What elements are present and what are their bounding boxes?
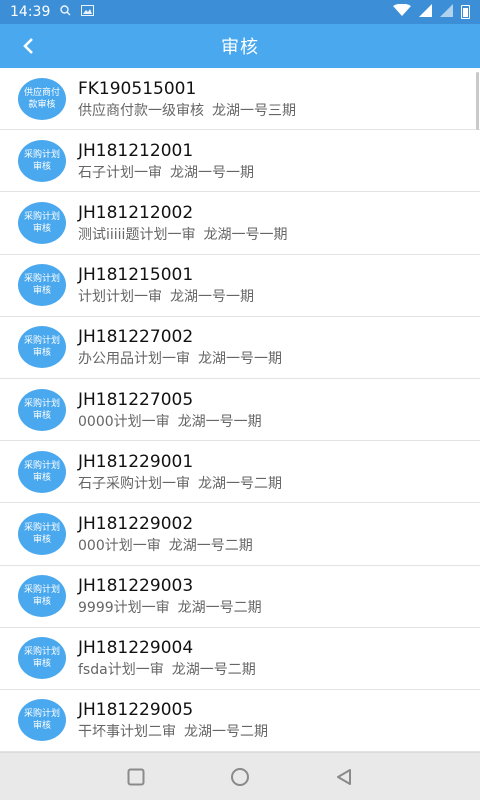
- image-icon: [81, 5, 95, 19]
- category-badge: 采购计划 审核: [18, 139, 66, 182]
- item-project: 龙湖一号二期: [184, 724, 268, 741]
- item-type: 石子采购计划一审: [78, 475, 190, 492]
- list-item[interactable]: 采购计划 审核 JH181229003 9999计划一审 龙湖一号二期: [0, 565, 480, 628]
- item-type: 9999计划一审: [78, 600, 170, 617]
- battery-icon: [461, 5, 470, 19]
- list-item[interactable]: 采购计划 审核 JH181227002 办公用品计划一审 龙湖一号一期: [0, 316, 480, 379]
- signal-icon: [419, 4, 432, 20]
- triangle-back-icon: [337, 768, 351, 785]
- category-badge: 采购计划 审核: [18, 264, 66, 307]
- item-code: JH181229005: [78, 700, 194, 721]
- signal-icon: [440, 4, 453, 20]
- category-badge: 采购计划 审核: [18, 388, 66, 431]
- review-list[interactable]: 供应商付 款审核 FK190515001 供应商付款一级审核 龙湖一号三期 采购计划审…: [0, 68, 480, 752]
- category-badge: 采购计划 审核: [18, 575, 66, 618]
- list-item[interactable]: 采购计划 审核 JH181229002 000计划一审 龙湖一号二期: [0, 503, 480, 566]
- category-badge: 采购计划 审核: [18, 201, 66, 244]
- home-button[interactable]: [228, 765, 252, 789]
- list-item[interactable]: 采购计划 审核 JH181229001 石子采购计划一审 龙湖一号二期: [0, 441, 480, 504]
- item-type: 计划计划一审: [78, 289, 162, 306]
- item-project: 龙湖一号三期: [212, 102, 296, 119]
- item-project: 龙湖一号二期: [171, 662, 256, 679]
- list-item[interactable]: 采购计划 审核 JH181229004 fsda计划一审 龙湖一号二期: [0, 627, 480, 690]
- item-type: 测试iiiii题计划一审: [78, 226, 196, 243]
- category-badge: 采购计划 审核: [18, 512, 66, 555]
- item-type: 000计划一审: [78, 537, 161, 554]
- item-project: 龙湖一号一期: [177, 413, 262, 430]
- list-item[interactable]: 采购计划 审核 JH181229005 干坏事计划二审 龙湖一号二期: [0, 689, 480, 752]
- item-project: 龙湖一号一期: [170, 289, 254, 306]
- item-project: 龙湖一号一期: [203, 226, 288, 243]
- search-icon: [60, 5, 71, 19]
- item-project: 龙湖一号二期: [177, 600, 262, 617]
- status-time: 14:39: [10, 4, 51, 20]
- item-type: 供应商付款一级审核: [78, 102, 204, 119]
- app-bar: 审核: [0, 24, 480, 68]
- category-badge: 采购计划 审核: [18, 699, 66, 742]
- system-nav-bar: [0, 752, 480, 800]
- list-item[interactable]: 采购计划 审核 JH181212002 测试iiiii题计划一审 龙湖一号一期: [0, 192, 480, 255]
- item-project: 龙湖一号二期: [168, 537, 253, 554]
- item-project: 龙湖一号一期: [198, 351, 282, 368]
- wifi-icon: [393, 3, 411, 20]
- item-code: JH181229003: [78, 576, 194, 597]
- chevron-left-icon: [23, 38, 33, 54]
- item-code: JH181229001: [78, 451, 194, 472]
- status-bar: 14:39: [0, 0, 480, 24]
- item-code: JH181227002: [78, 327, 194, 348]
- square-icon: [127, 768, 145, 785]
- item-code: JH181227005: [78, 389, 194, 410]
- item-type: 办公用品计划一审: [78, 351, 190, 368]
- category-badge: 采购计划 审核: [18, 450, 66, 493]
- item-code: JH181215001: [78, 265, 194, 286]
- page-title: 审核: [221, 37, 259, 58]
- item-code: FK190515001: [78, 78, 197, 99]
- recent-apps-button[interactable]: [124, 765, 148, 789]
- item-project: 龙湖一号一期: [170, 164, 254, 181]
- item-type: fsda计划一审: [78, 662, 164, 679]
- category-badge: 供应商付 款审核: [18, 77, 66, 120]
- scrollbar[interactable]: [476, 72, 479, 130]
- item-type: 0000计划一审: [78, 413, 170, 430]
- list-item[interactable]: 供应商付 款审核 FK190515001 供应商付款一级审核 龙湖一号三期: [0, 68, 480, 131]
- category-badge: 采购计划 审核: [18, 326, 66, 369]
- item-project: 龙湖一号二期: [198, 475, 282, 492]
- back-nav-button[interactable]: [332, 765, 356, 789]
- item-code: JH181229002: [78, 513, 194, 534]
- list-item[interactable]: 采购计划 审核 JH181227005 0000计划一审 龙湖一号一期: [0, 378, 480, 442]
- list-item[interactable]: 采购计划 审核 JH181212001 石子计划一审 龙湖一号一期: [0, 130, 480, 193]
- back-button[interactable]: [14, 32, 42, 60]
- item-type: 石子计划一审: [78, 164, 162, 181]
- item-code: JH181229004: [78, 638, 194, 659]
- category-badge: 采购计划 审核: [18, 637, 66, 680]
- item-code: JH181212001: [78, 140, 194, 161]
- circle-icon: [231, 767, 249, 786]
- list-item[interactable]: 采购计划 审核 JH181215001 计划计划一审 龙湖一号一期: [0, 254, 480, 317]
- item-code: JH181212002: [78, 202, 194, 223]
- item-type: 干坏事计划二审: [78, 724, 176, 741]
